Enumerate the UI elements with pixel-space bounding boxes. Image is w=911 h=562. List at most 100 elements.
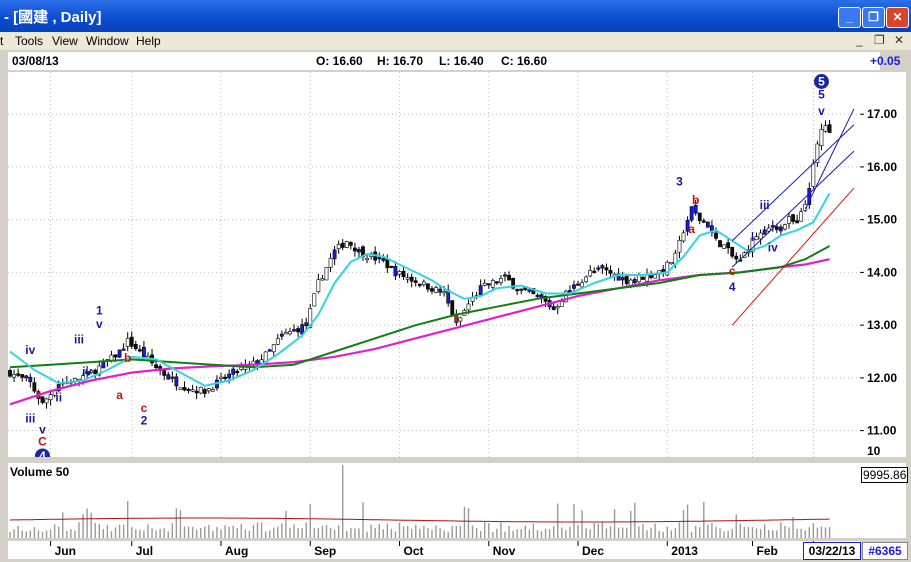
menu-window[interactable]: Window: [86, 34, 129, 48]
candle-body-44: [186, 388, 191, 391]
candle-body-128: [527, 289, 532, 292]
candle-body-1: [12, 374, 16, 378]
candle-body-52: [219, 376, 223, 379]
axis-label-0: 11.00: [867, 424, 897, 438]
volume-axis: 9995.86: [860, 463, 909, 538]
candle-body-146: [600, 265, 605, 269]
candle-body-26: [113, 354, 118, 358]
wave-label-6: iv: [82, 364, 92, 378]
candle-body-102: [421, 281, 426, 285]
info-close: C: 16.60: [501, 54, 548, 68]
candle-body-165: [677, 240, 682, 253]
candle-body-185: [758, 232, 763, 240]
candle-body-94: [389, 265, 394, 268]
candle-body-77: [320, 278, 325, 281]
candle-body-154: [632, 279, 637, 283]
price-axis: 11.00 12.00 13.00 14.00 15.00 16.00 17.00 10: [860, 72, 906, 458]
volume-panel[interactable]: Volume 50: [8, 463, 860, 538]
date-label-8: Feb: [756, 544, 777, 558]
wave-label-4: ii: [55, 391, 62, 405]
candle-body-121: [499, 278, 503, 283]
candle-body-174: [714, 232, 718, 239]
candle-body-100: [413, 280, 418, 283]
candle-body-109: [450, 300, 455, 317]
price-axis-labels: 11.00 12.00 13.00 14.00 15.00 16.00 17.00 10: [860, 107, 897, 458]
wave-label-1: iii: [25, 412, 35, 426]
candle-body-184: [754, 236, 759, 241]
candle-body-0: [8, 370, 12, 377]
candle-body-27: [117, 349, 122, 358]
candle-body-189: [774, 226, 779, 230]
candle-body-21: [93, 369, 98, 374]
menu-tools[interactable]: Tools: [15, 34, 43, 48]
price-panel[interactable]: iv iii v Cii iii iv 1 v b a c 2 3 b a c 4 iii i iv 5 v 4 5: [8, 72, 860, 464]
candle-body-107: [442, 291, 447, 294]
candle-body-48: [202, 389, 207, 394]
wave-label-22: v: [818, 104, 825, 118]
candle-body-38: [162, 370, 167, 376]
mdi-minimize-icon[interactable]: _: [856, 33, 863, 47]
candle-body-177: [726, 242, 731, 249]
candle-body-49: [206, 388, 211, 392]
candle-body-126: [519, 288, 524, 291]
close-icon: ✕: [892, 10, 903, 24]
window-title: - [國建 , Daily]: [4, 9, 102, 26]
candle-body-36: [154, 364, 158, 369]
volume-chart: Volume 50: [9, 465, 831, 538]
candle-body-31: [133, 344, 138, 350]
candle-body-69: [288, 331, 292, 335]
candle-body-4: [24, 375, 29, 379]
candle-body-47: [198, 386, 203, 394]
wave-label-12: 2: [141, 413, 148, 427]
mdi-close-icon[interactable]: ✕: [894, 33, 904, 47]
close-button[interactable]: ✕: [886, 7, 909, 28]
candle-body-147: [604, 267, 609, 271]
minimize-button[interactable]: _: [838, 7, 861, 28]
candle-body-125: [515, 289, 520, 292]
candle-body-96: [397, 271, 402, 275]
menu-view[interactable]: View: [52, 34, 78, 48]
candle-body-54: [227, 373, 232, 379]
candle-body-64: [267, 349, 272, 352]
menu-help[interactable]: Help: [136, 34, 161, 48]
candle-body-10: [48, 394, 53, 401]
date-label-0: Jun: [55, 544, 76, 558]
candle-body-200: [819, 129, 824, 146]
candle-body-195: [799, 211, 804, 222]
candle-body-136: [559, 301, 564, 307]
candle-body-70: [292, 329, 296, 332]
restore-button[interactable]: ❐: [862, 7, 885, 28]
candle-body-120: [494, 281, 499, 284]
candle-body-98: [405, 277, 410, 280]
candle-body-202: [827, 124, 832, 133]
candle-body-201: [823, 125, 828, 132]
wave-label-18: iii: [760, 198, 770, 212]
date-label-4: Oct: [404, 544, 424, 558]
volume-ma-line: [9, 517, 830, 523]
candle-body-78: [324, 266, 329, 281]
candle-body-42: [178, 387, 183, 390]
candle-body-159: [653, 274, 658, 279]
wave-label-16: c: [729, 264, 736, 278]
candle-body-131: [539, 294, 544, 298]
candle-body-32: [137, 349, 142, 352]
candle-body-3: [20, 374, 25, 378]
candle-body-9: [44, 398, 49, 404]
mdi-restore-icon[interactable]: ❐: [874, 33, 885, 47]
date-label-5: Nov: [493, 544, 516, 558]
candle-body-75: [312, 293, 317, 307]
axis-label-4: 15.00: [867, 213, 897, 227]
wave-label-10: a: [116, 388, 123, 402]
candle-body-95: [393, 266, 398, 277]
candle-body-142: [584, 276, 589, 282]
candle-body-97: [401, 270, 406, 278]
wave-label-3: C: [38, 434, 47, 448]
candle-body-46: [194, 390, 199, 394]
axis-bottom-label: 10: [867, 444, 881, 457]
candle-body-163: [669, 261, 674, 265]
candle-body-99: [409, 276, 414, 282]
candle-body-158: [649, 274, 653, 278]
menu-item-partial[interactable]: t: [0, 34, 3, 48]
date-label-6: Dec: [582, 544, 604, 558]
candle-body-101: [417, 283, 422, 286]
